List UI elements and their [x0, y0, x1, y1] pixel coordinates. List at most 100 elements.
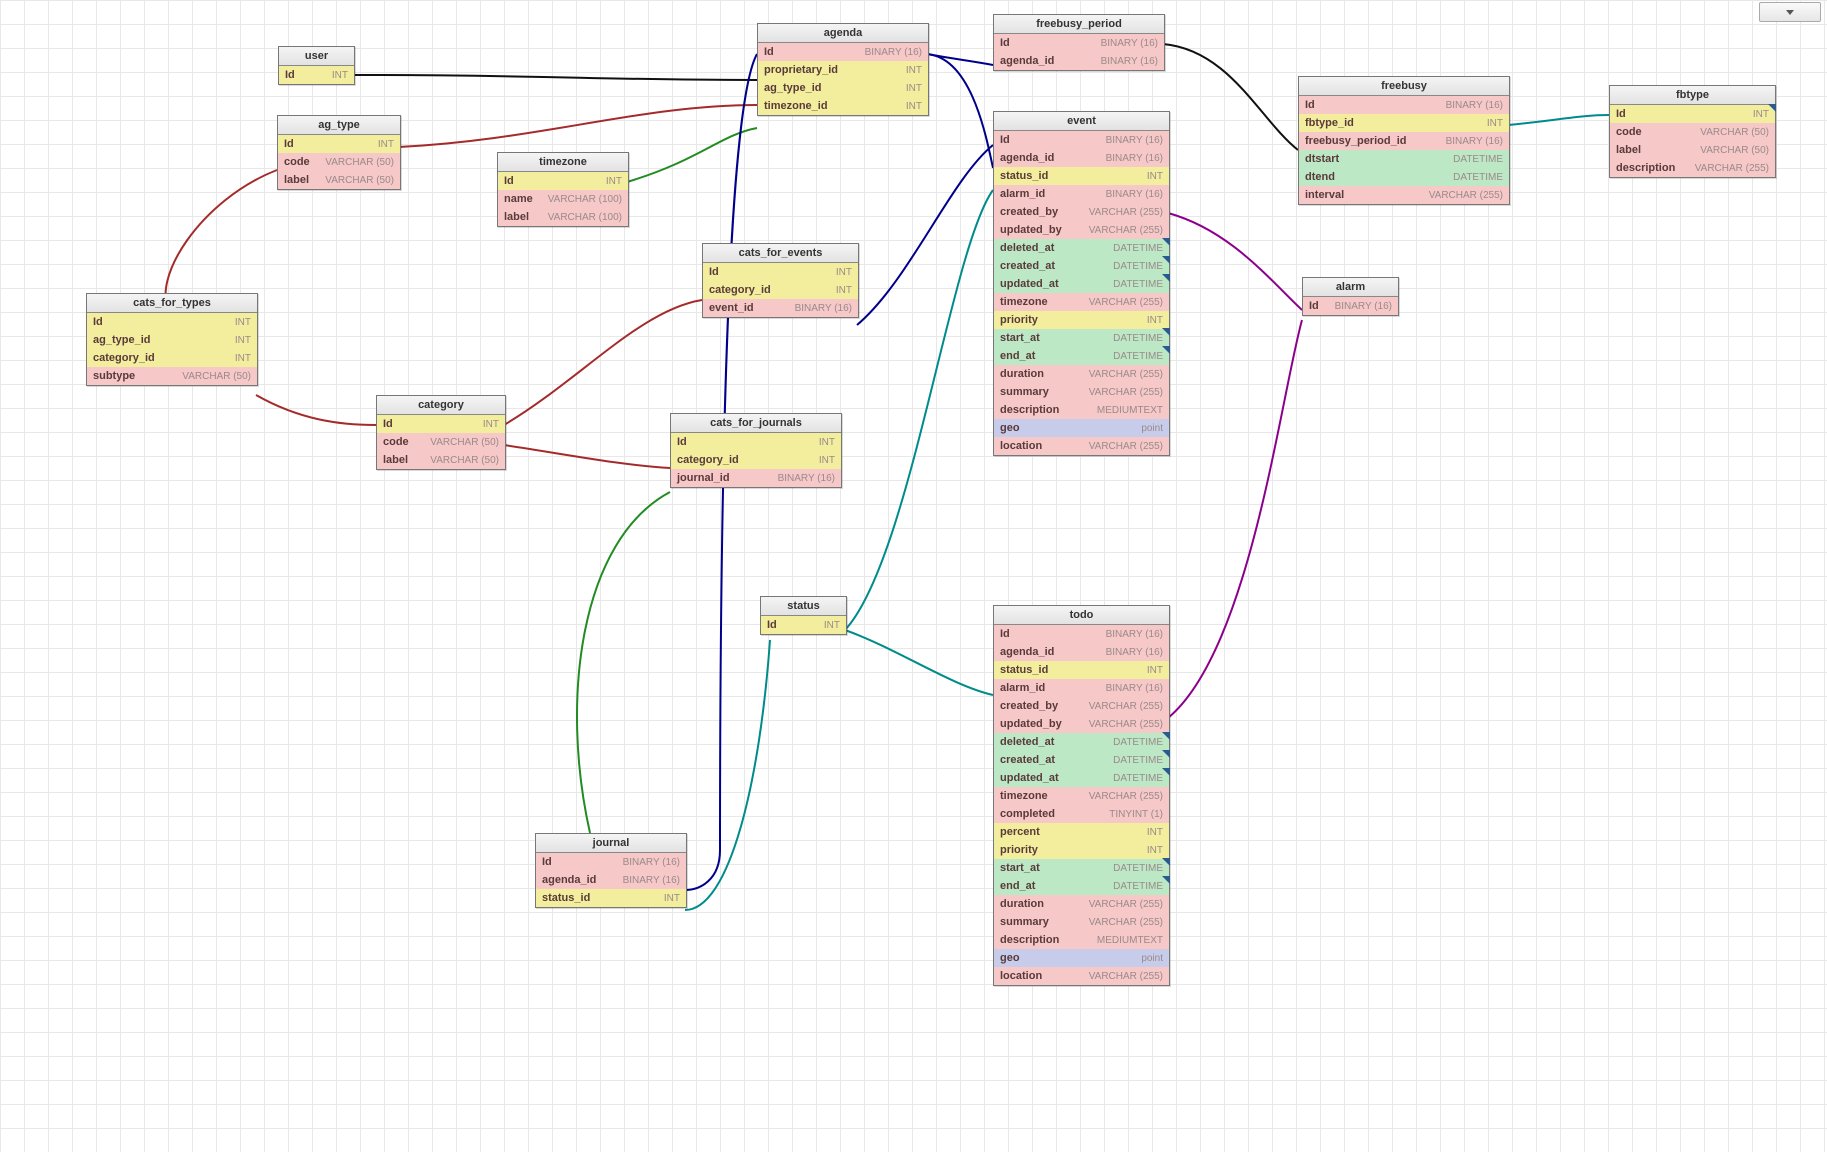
table-header[interactable]: todo — [994, 606, 1169, 625]
table-column[interactable]: updated_atDATETIME — [994, 769, 1169, 787]
table-column[interactable]: nameVARCHAR (100) — [498, 190, 628, 208]
table-category[interactable]: categoryIdINTcodeVARCHAR (50)labelVARCHA… — [376, 395, 506, 470]
table-column[interactable]: IdINT — [703, 263, 858, 281]
table-freebusy_period[interactable]: freebusy_periodIdBINARY (16)agenda_idBIN… — [993, 14, 1165, 71]
table-column[interactable]: codeVARCHAR (50) — [1610, 123, 1775, 141]
table-column[interactable]: durationVARCHAR (255) — [994, 895, 1169, 913]
table-ag_type[interactable]: ag_typeIdINTcodeVARCHAR (50)labelVARCHAR… — [277, 115, 401, 190]
table-column[interactable]: IdINT — [498, 172, 628, 190]
table-column[interactable]: alarm_idBINARY (16) — [994, 185, 1169, 203]
table-column[interactable]: agenda_idBINARY (16) — [994, 149, 1169, 167]
table-column[interactable]: start_atDATETIME — [994, 859, 1169, 877]
table-column[interactable]: IdINT — [1610, 105, 1775, 123]
table-column[interactable]: summaryVARCHAR (255) — [994, 383, 1169, 401]
table-event[interactable]: eventIdBINARY (16)agenda_idBINARY (16)st… — [993, 111, 1170, 456]
table-header[interactable]: agenda — [758, 24, 928, 43]
table-header[interactable]: freebusy — [1299, 77, 1509, 96]
table-alarm[interactable]: alarmIdBINARY (16) — [1302, 277, 1399, 316]
table-column[interactable]: IdBINARY (16) — [994, 625, 1169, 643]
menu-dropdown-button[interactable] — [1759, 2, 1821, 22]
table-column[interactable]: fbtype_idINT — [1299, 114, 1509, 132]
table-column[interactable]: start_atDATETIME — [994, 329, 1169, 347]
table-column[interactable]: priorityINT — [994, 841, 1169, 859]
table-column[interactable]: ag_type_idINT — [758, 79, 928, 97]
table-column[interactable]: IdBINARY (16) — [1303, 297, 1398, 315]
table-header[interactable]: event — [994, 112, 1169, 131]
table-column[interactable]: labelVARCHAR (100) — [498, 208, 628, 226]
table-column[interactable]: category_idINT — [671, 451, 841, 469]
table-column[interactable]: deleted_atDATETIME — [994, 239, 1169, 257]
table-status[interactable]: statusIdINT — [760, 596, 847, 635]
table-header[interactable]: journal — [536, 834, 686, 853]
table-column[interactable]: IdINT — [87, 313, 257, 331]
table-header[interactable]: cats_for_events — [703, 244, 858, 263]
table-column[interactable]: geopoint — [994, 419, 1169, 437]
table-column[interactable]: timezone_idINT — [758, 97, 928, 115]
table-column[interactable]: timezoneVARCHAR (255) — [994, 787, 1169, 805]
table-column[interactable]: priorityINT — [994, 311, 1169, 329]
table-column[interactable]: labelVARCHAR (50) — [278, 171, 400, 189]
table-column[interactable]: IdINT — [279, 66, 354, 84]
table-header[interactable]: freebusy_period — [994, 15, 1164, 34]
table-header[interactable]: user — [279, 47, 354, 66]
table-column[interactable]: labelVARCHAR (50) — [377, 451, 505, 469]
table-column[interactable]: created_atDATETIME — [994, 751, 1169, 769]
table-column[interactable]: updated_byVARCHAR (255) — [994, 221, 1169, 239]
table-column[interactable]: status_idINT — [994, 661, 1169, 679]
table-column[interactable]: agenda_idBINARY (16) — [994, 52, 1164, 70]
table-column[interactable]: codeVARCHAR (50) — [278, 153, 400, 171]
table-column[interactable]: locationVARCHAR (255) — [994, 437, 1169, 455]
table-user[interactable]: userIdINT — [278, 46, 355, 85]
table-column[interactable]: journal_idBINARY (16) — [671, 469, 841, 487]
table-column[interactable]: proprietary_idINT — [758, 61, 928, 79]
table-column[interactable]: IdBINARY (16) — [994, 131, 1169, 149]
table-column[interactable]: freebusy_period_idBINARY (16) — [1299, 132, 1509, 150]
table-fbtype[interactable]: fbtypeIdINTcodeVARCHAR (50)labelVARCHAR … — [1609, 85, 1776, 178]
table-column[interactable]: IdBINARY (16) — [994, 34, 1164, 52]
table-column[interactable]: ag_type_idINT — [87, 331, 257, 349]
table-column[interactable]: descriptionVARCHAR (255) — [1610, 159, 1775, 177]
erd-canvas[interactable]: userIdINTag_typeIdINTcodeVARCHAR (50)lab… — [0, 0, 1827, 1152]
table-column[interactable]: updated_atDATETIME — [994, 275, 1169, 293]
table-column[interactable]: agenda_idBINARY (16) — [536, 871, 686, 889]
table-column[interactable]: end_atDATETIME — [994, 877, 1169, 895]
table-column[interactable]: category_idINT — [703, 281, 858, 299]
table-column[interactable]: IdINT — [278, 135, 400, 153]
table-journal[interactable]: journalIdBINARY (16)agenda_idBINARY (16)… — [535, 833, 687, 908]
table-column[interactable]: intervalVARCHAR (255) — [1299, 186, 1509, 204]
table-column[interactable]: geopoint — [994, 949, 1169, 967]
table-header[interactable]: status — [761, 597, 846, 616]
table-column[interactable]: IdINT — [377, 415, 505, 433]
table-column[interactable]: dtstartDATETIME — [1299, 150, 1509, 168]
table-column[interactable]: locationVARCHAR (255) — [994, 967, 1169, 985]
table-column[interactable]: created_byVARCHAR (255) — [994, 203, 1169, 221]
table-column[interactable]: created_atDATETIME — [994, 257, 1169, 275]
table-column[interactable]: IdINT — [761, 616, 846, 634]
table-cats_for_journals[interactable]: cats_for_journalsIdINTcategory_idINTjour… — [670, 413, 842, 488]
table-column[interactable]: descriptionMEDIUMTEXT — [994, 931, 1169, 949]
table-column[interactable]: end_atDATETIME — [994, 347, 1169, 365]
table-column[interactable]: event_idBINARY (16) — [703, 299, 858, 317]
table-header[interactable]: category — [377, 396, 505, 415]
table-header[interactable]: cats_for_types — [87, 294, 257, 313]
table-column[interactable]: IdBINARY (16) — [536, 853, 686, 871]
table-column[interactable]: agenda_idBINARY (16) — [994, 643, 1169, 661]
table-column[interactable]: updated_byVARCHAR (255) — [994, 715, 1169, 733]
table-column[interactable]: IdBINARY (16) — [758, 43, 928, 61]
table-column[interactable]: IdBINARY (16) — [1299, 96, 1509, 114]
table-column[interactable]: durationVARCHAR (255) — [994, 365, 1169, 383]
table-column[interactable]: deleted_atDATETIME — [994, 733, 1169, 751]
table-column[interactable]: status_idINT — [536, 889, 686, 907]
table-column[interactable]: IdINT — [671, 433, 841, 451]
table-column[interactable]: subtypeVARCHAR (50) — [87, 367, 257, 385]
table-column[interactable]: alarm_idBINARY (16) — [994, 679, 1169, 697]
table-column[interactable]: status_idINT — [994, 167, 1169, 185]
table-column[interactable]: timezoneVARCHAR (255) — [994, 293, 1169, 311]
table-header[interactable]: alarm — [1303, 278, 1398, 297]
table-header[interactable]: cats_for_journals — [671, 414, 841, 433]
table-header[interactable]: fbtype — [1610, 86, 1775, 105]
table-column[interactable]: dtendDATETIME — [1299, 168, 1509, 186]
table-column[interactable]: summaryVARCHAR (255) — [994, 913, 1169, 931]
table-column[interactable]: percentINT — [994, 823, 1169, 841]
table-agenda[interactable]: agendaIdBINARY (16)proprietary_idINTag_t… — [757, 23, 929, 116]
